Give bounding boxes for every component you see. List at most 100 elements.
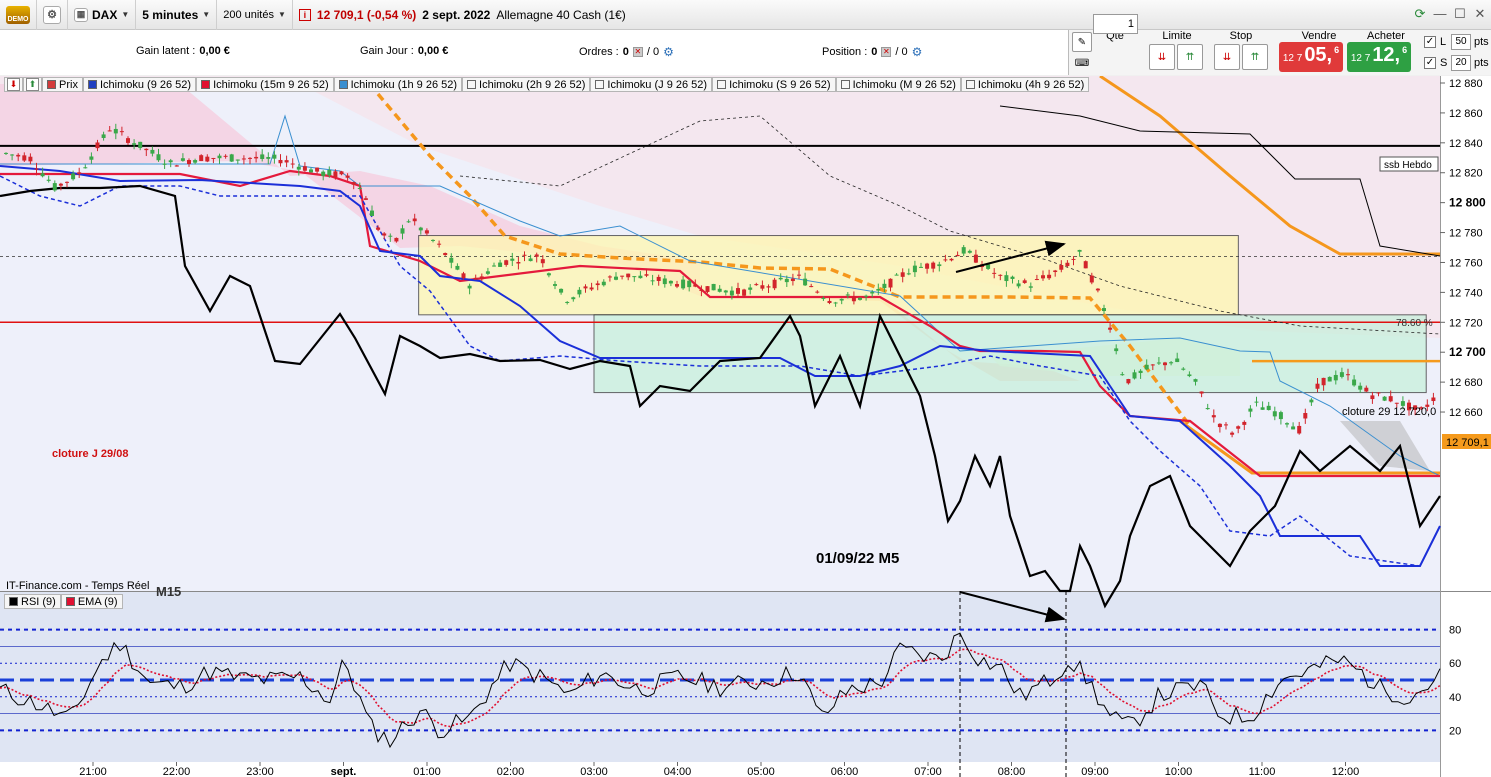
- candle-body: [1309, 399, 1314, 403]
- candle-body: [711, 283, 716, 291]
- rsi-tick-label: 20: [1449, 725, 1461, 737]
- candle-body: [607, 276, 612, 278]
- candle-body: [662, 278, 667, 285]
- chart-settings-icon[interactable]: ⚙: [43, 5, 61, 24]
- legend-item-ema[interactable]: EMA (9): [60, 594, 123, 609]
- gear-icon[interactable]: ⚙: [663, 45, 674, 59]
- stop-buy-button[interactable]: ⇊: [1214, 44, 1240, 70]
- minimize-icon[interactable]: —: [1433, 6, 1447, 22]
- legend-item-prix[interactable]: Prix: [42, 77, 83, 92]
- candle-body: [315, 167, 320, 172]
- candle-body: [370, 210, 374, 216]
- gain-latent-label: Gain latent :: [136, 45, 196, 57]
- candle-body: [144, 148, 149, 151]
- candle-body: [1083, 261, 1088, 269]
- candle-body: [784, 278, 789, 283]
- candle-body: [376, 227, 381, 230]
- s-pts-input[interactable]: 20: [1451, 55, 1471, 71]
- limit-label: Limite: [1162, 30, 1192, 42]
- candle-body: [888, 278, 893, 288]
- candle-body: [254, 156, 259, 159]
- demo-cell[interactable]: DEMO: [0, 0, 37, 30]
- legend-swatch: [965, 80, 975, 89]
- keyboard-icon[interactable]: ⌨: [1072, 54, 1092, 72]
- ordres-total: / 0: [646, 46, 660, 58]
- candle-body: [864, 295, 869, 297]
- timeframe-label: 5 minutes: [142, 7, 199, 22]
- close-position-icon[interactable]: ✕: [881, 47, 892, 57]
- candle-body: [992, 272, 997, 274]
- limit-buy-button[interactable]: ⇊: [1149, 44, 1175, 70]
- instrument-select[interactable]: ▦ DAX ▼: [68, 0, 137, 30]
- info-icon[interactable]: i: [298, 8, 311, 21]
- cancel-orders-icon[interactable]: ✕: [632, 47, 643, 57]
- session-label: 01/09/22 M5: [816, 550, 899, 567]
- candle-body: [1156, 362, 1161, 364]
- candle-body: [327, 170, 332, 176]
- candle-body: [321, 171, 326, 176]
- legend-item-ichimoku-1h[interactable]: Ichimoku (1h 9 26 52): [333, 77, 463, 92]
- legend-toggle-up[interactable]: ⬆: [23, 77, 42, 92]
- candle-body: [126, 138, 130, 143]
- legend-item-ichimoku-m[interactable]: Ichimoku (M 9 26 52): [835, 77, 961, 92]
- legend-item-ichimoku-15m[interactable]: Ichimoku (15m 9 26 52): [196, 77, 334, 92]
- legend-label: Ichimoku (9 26 52): [99, 78, 192, 91]
- support-box: [593, 314, 1427, 394]
- legend-item-ichimoku[interactable]: Ichimoku (9 26 52): [82, 77, 197, 92]
- l-checkbox[interactable]: ✓: [1424, 36, 1436, 48]
- legend-item-ichimoku-j[interactable]: Ichimoku (J 9 26 52): [590, 77, 713, 92]
- account-bar: Gain latent : 0,00 € Gain Jour : 0,00 € …: [0, 30, 1068, 75]
- legend-toggle-down[interactable]: ⬇: [4, 77, 23, 92]
- candle-body: [1272, 411, 1277, 417]
- stop-sell-button[interactable]: ⇈: [1242, 44, 1268, 70]
- y-tick-label: 12 880: [1449, 78, 1483, 90]
- refresh-icon[interactable]: ⟳: [1413, 6, 1427, 22]
- candle-body: [455, 265, 460, 270]
- candle-body: [1358, 385, 1363, 390]
- legend-item-ichimoku-s[interactable]: Ichimoku (S 9 26 52): [712, 77, 836, 92]
- wrench-icon[interactable]: ✎: [1072, 32, 1092, 52]
- candle-body: [1114, 348, 1119, 352]
- ordres: Ordres : 0 ✕ / 0 ⚙: [579, 45, 674, 59]
- y-tick-label: 12 780: [1449, 228, 1483, 240]
- gear-icon[interactable]: ⚙: [912, 45, 923, 59]
- candle-body: [363, 198, 368, 200]
- position-label: Position :: [822, 46, 868, 58]
- candle-body: [845, 294, 850, 296]
- candle-body: [1077, 249, 1082, 252]
- candle-body: [644, 274, 649, 276]
- legend-label: Ichimoku (15m 9 26 52): [213, 78, 329, 91]
- candle-body: [1303, 412, 1308, 419]
- l-pts-input[interactable]: 50: [1451, 34, 1471, 50]
- candle-body: [400, 228, 405, 234]
- buy-price-sup: 6: [1402, 45, 1408, 55]
- limit-sell-button[interactable]: ⇈: [1177, 44, 1203, 70]
- qty-input[interactable]: [1093, 14, 1138, 34]
- candle-body: [302, 166, 307, 171]
- x-tick-label: 09:00: [1081, 766, 1109, 777]
- position-total: / 0: [895, 46, 908, 58]
- candle-body: [199, 155, 204, 162]
- candle-body: [284, 160, 289, 163]
- candle-body: [1431, 397, 1436, 402]
- sell-button[interactable]: 12 7 05, 6: [1279, 42, 1343, 72]
- candle-body: [1248, 408, 1253, 412]
- candle-body: [1150, 364, 1155, 366]
- candle-body: [1181, 368, 1186, 370]
- legend-item-ichimoku-2h[interactable]: Ichimoku (2h 9 26 52): [462, 77, 591, 92]
- legend-item-ichimoku-4h[interactable]: Ichimoku (4h 9 26 52): [960, 77, 1090, 92]
- gain-latent-value: 0,00 €: [199, 45, 230, 57]
- close-icon[interactable]: ✕: [1473, 6, 1487, 22]
- units-select[interactable]: 200 unités ▼: [217, 0, 293, 30]
- legend-label: RSI (9): [21, 595, 56, 608]
- restore-icon[interactable]: ☐: [1453, 6, 1467, 22]
- price-chart[interactable]: 12 880 12 860 12 840 12 820 12 800 12 780 12 7…: [0, 76, 1491, 777]
- timeframe-select[interactable]: 5 minutes ▼: [136, 0, 218, 30]
- s-checkbox[interactable]: ✓: [1424, 57, 1436, 69]
- buy-button[interactable]: 12 7 12, 6: [1347, 42, 1411, 72]
- legend-item-rsi[interactable]: RSI (9): [4, 594, 61, 609]
- buy-label: Acheter: [1367, 30, 1405, 42]
- candle-body: [912, 265, 917, 273]
- candle-body: [1291, 426, 1296, 430]
- candle-body: [443, 253, 448, 256]
